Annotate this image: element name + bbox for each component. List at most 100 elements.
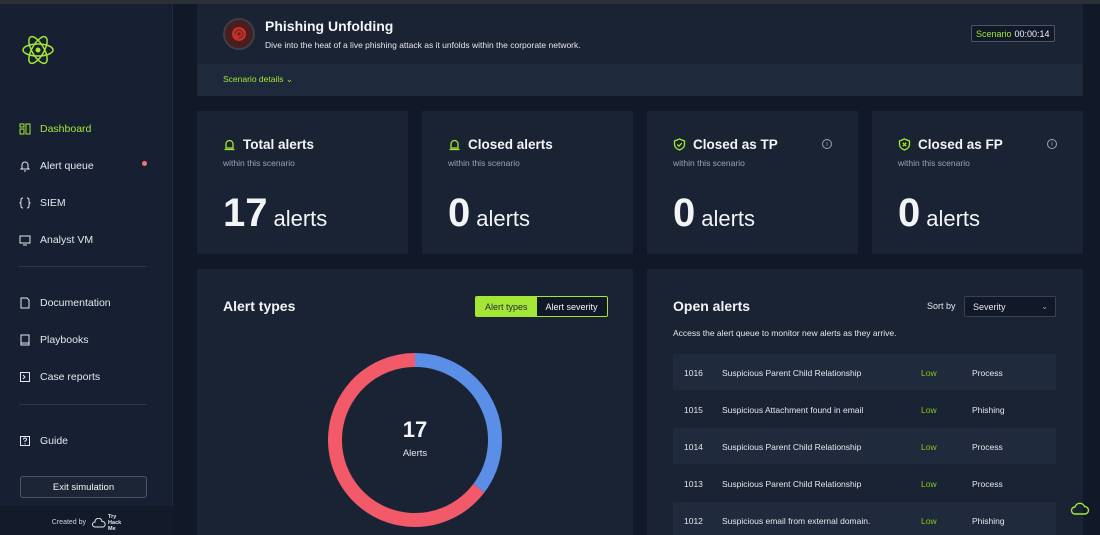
alert-icon [449,139,460,151]
alert-id: 1015 [684,405,703,415]
alert-severity: Low [921,479,937,489]
alert-type: Phishing [972,516,1005,526]
alert-id: 1012 [684,516,703,526]
sidebar-item-documentation[interactable]: Documentation [19,293,111,313]
timer-label: Scenario [976,28,1012,39]
sidebar-item-label: Guide [40,435,69,447]
alert-name: Suspicious Parent Child Relationship [722,368,862,378]
stat-value: 0 [448,191,471,235]
stat-unit: alerts [701,206,756,231]
table-row[interactable]: 1016 Suspicious Parent Child Relationshi… [673,354,1056,390]
scenario-title: Phishing Unfolding [265,18,394,34]
open-alerts-description: Access the alert queue to monitor new al… [673,328,897,338]
sidebar-item-guide[interactable]: Guide [19,431,68,451]
sidebar-item-analyst-vm[interactable]: Analyst VM [19,230,93,250]
stat-card-closed-tp: Closed as TP i within this scenario 0 ale… [647,111,858,254]
stat-subtitle: within this scenario [673,158,745,168]
sidebar-item-label: SIEM [40,197,66,209]
stat-subtitle: within this scenario [223,158,295,168]
panel-title: Open alerts [673,298,751,314]
donut-total-label: Alerts [402,448,428,459]
alert-type: Phishing [972,405,1005,415]
sidebar-divider [19,266,147,267]
alert-severity: Low [921,516,937,526]
stat-value: 0 [898,191,921,235]
chevron-down-icon: ⌄ [1041,302,1048,311]
brand-line: Me [108,525,116,532]
sidebar-item-playbooks[interactable]: Playbooks [19,330,88,350]
exit-simulation-button[interactable]: Exit simulation [20,476,147,498]
created-by-footer: Created by Try Hack Me [0,506,173,535]
toggle-alert-types[interactable]: Alert types [476,297,537,316]
alert-name: Suspicious Attachment found in email [722,405,864,415]
panel-title: Alert types [223,298,296,314]
toggle-alert-severity[interactable]: Alert severity [536,297,607,316]
scenario-timer: Scenario 00:00:14 [971,25,1055,42]
stat-title: Closed alerts [468,137,553,152]
info-icon[interactable]: i [822,139,832,149]
cloud-icon [92,517,106,527]
sort-select[interactable]: Severity ⌄ [964,296,1056,317]
braces-icon [19,197,31,209]
stat-unit: alerts [273,206,328,231]
chevron-down-icon: ⌄ [285,74,293,84]
shield-x-icon [898,138,911,151]
book-icon [20,334,30,346]
open-alerts-panel: Open alerts Sort by Severity ⌄ Access th… [647,269,1083,535]
chart-toggle: Alert types Alert severity [475,296,608,317]
timer-value: 00:00:14 [1014,28,1050,39]
brand-logo: Try Hack Me [92,514,121,532]
sidebar-item-label: Analyst VM [40,234,94,246]
sidebar-item-label: Playbooks [40,334,89,346]
stat-card-closed-alerts: Closed alerts within this scenario 0 aler… [422,111,633,254]
monitor-icon [19,235,31,246]
alert-id: 1016 [684,368,703,378]
alert-severity: Low [921,442,937,452]
table-row[interactable]: 1013 Suspicious Parent Child Relationshi… [673,465,1056,501]
stat-subtitle: within this scenario [898,158,970,168]
stat-title: Closed as TP [693,137,778,152]
stat-title: Total alerts [243,137,315,152]
stat-value: 17 [223,191,268,235]
table-row[interactable]: 1014 Suspicious Parent Child Relationshi… [673,428,1056,464]
stat-subtitle: within this scenario [448,158,520,168]
sidebar-item-label: Alert queue [40,160,94,172]
created-by-label: Created by [51,519,87,526]
stat-unit: alerts [476,206,531,231]
help-icon [20,436,30,446]
sidebar-item-siem[interactable]: SIEM [19,193,66,213]
alert-type: Process [972,368,1003,378]
sidebar-item-alert-queue[interactable]: Alert queue [19,156,94,176]
alert-name: Suspicious email from external domain. [722,516,871,526]
info-icon[interactable]: i [1047,139,1057,149]
table-row[interactable]: 1015 Suspicious Attachment found in emai… [673,391,1056,427]
alert-icon [224,139,235,151]
stat-unit: alerts [926,206,981,231]
alert-id: 1013 [684,479,703,489]
stat-card-closed-fp: Closed as FP i within this scenario 0 ale… [872,111,1083,254]
alert-queue-badge [142,161,147,166]
alert-severity: Low [921,368,937,378]
scenario-details-toggle[interactable]: Scenario details ⌄ [223,74,293,85]
sidebar-divider [19,404,147,405]
brand-line: Hack [108,519,122,526]
table-row[interactable]: 1012 Suspicious email from external doma… [673,502,1056,535]
shield-check-icon [673,138,686,151]
scenario-details-label: Scenario details [223,74,284,84]
alert-name: Suspicious Parent Child Relationship [722,479,862,489]
sidebar-item-case-reports[interactable]: Case reports [19,367,100,387]
scenario-icon [223,18,255,50]
sidebar-item-dashboard[interactable]: Dashboard [19,119,91,139]
alert-severity: Low [921,405,937,415]
sort-value: Severity [973,301,1006,312]
scenario-details-bar [197,64,1083,96]
stat-card-total-alerts: Total alerts within this scenario 17 aler… [197,111,408,254]
document-icon [20,297,30,309]
alert-type: Process [972,442,1003,452]
sidebar-item-label: Dashboard [40,123,92,135]
bell-icon [19,161,31,172]
donut-total: 17 [402,417,428,442]
scenario-description: Dive into the heat of a live phishing at… [265,40,581,50]
cloud-helper-icon[interactable] [1070,500,1090,520]
alert-id: 1014 [684,442,703,452]
